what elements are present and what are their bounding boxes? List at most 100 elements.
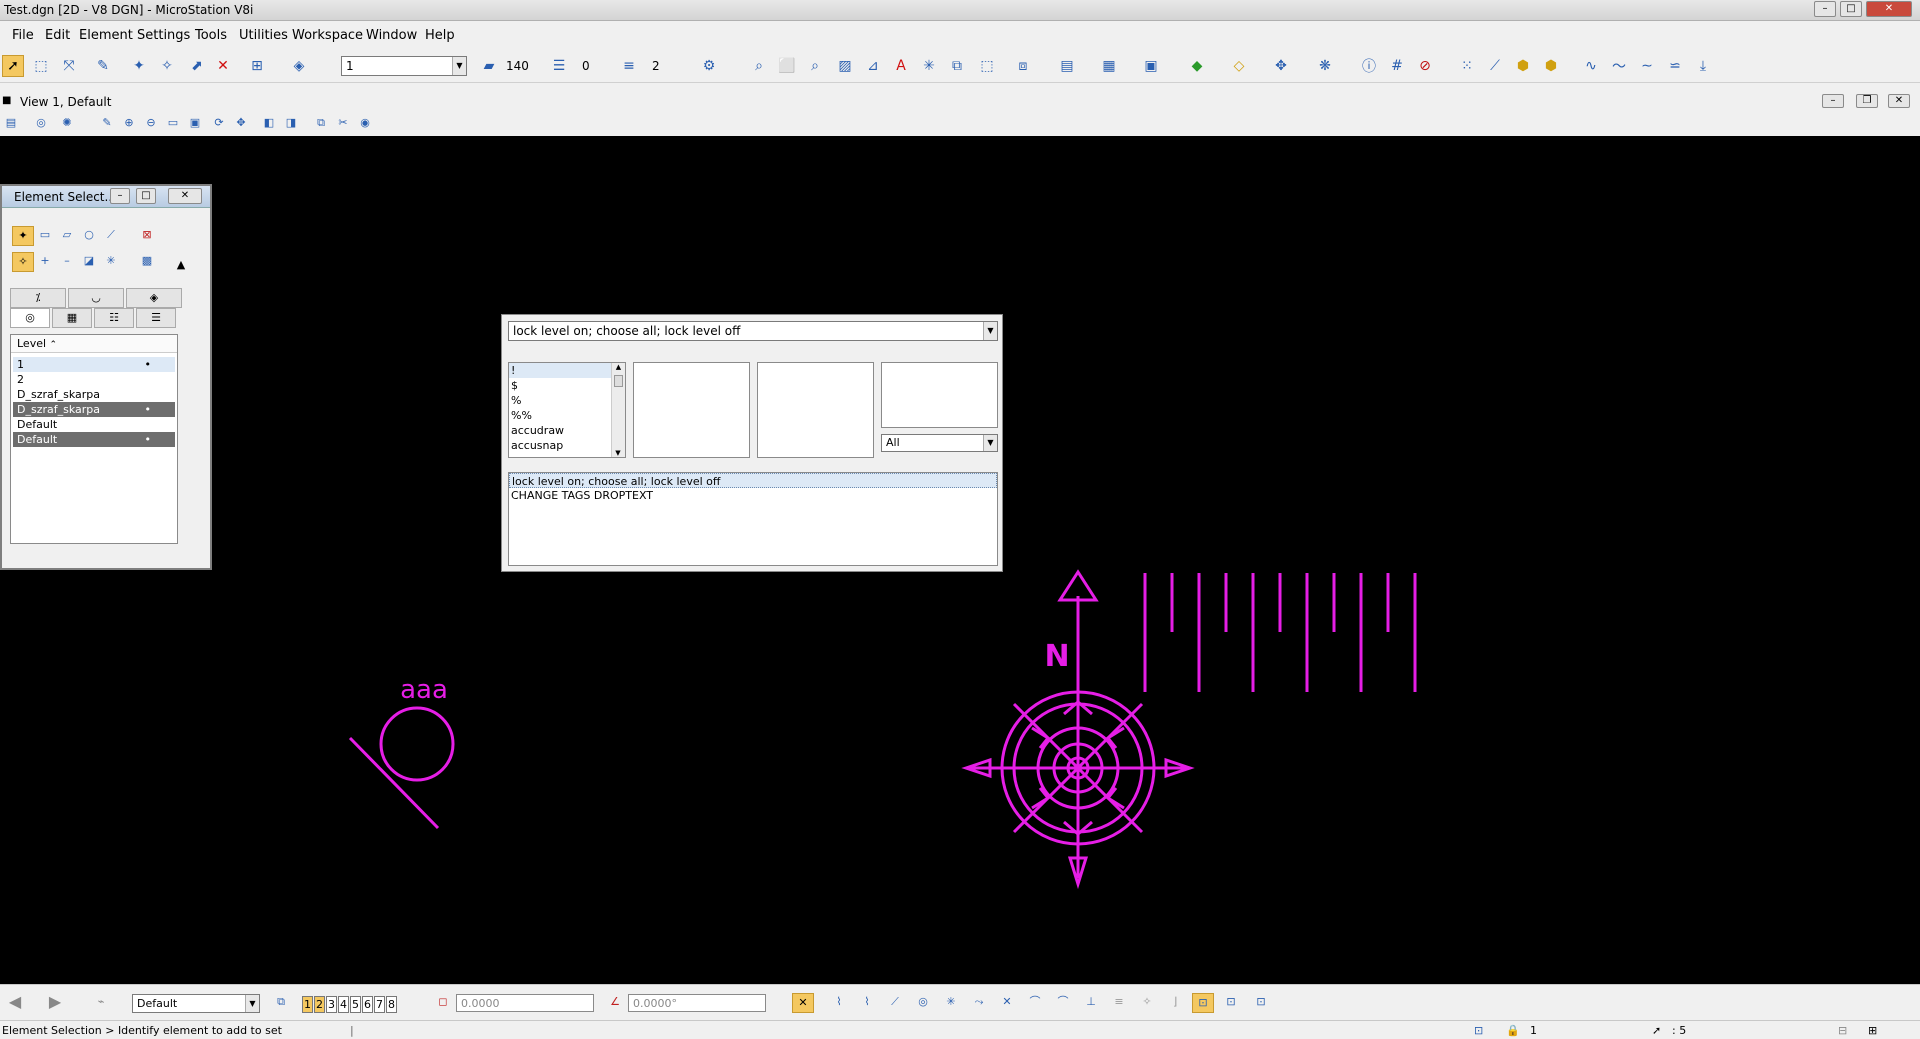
delete-icon[interactable]: ✕ — [212, 55, 234, 77]
snap-mode-icon[interactable]: ✕ — [792, 993, 814, 1013]
copy-icon[interactable]: ⧉ — [946, 55, 968, 77]
update-view-icon[interactable]: ✎ — [96, 114, 118, 134]
minimize-button[interactable]: – — [1814, 1, 1836, 17]
keyin-list-4[interactable] — [881, 362, 998, 428]
info-icon[interactable]: ⓘ — [1358, 55, 1380, 77]
spline-icon[interactable]: 〜 — [1608, 55, 1630, 77]
menu-window[interactable]: Window — [366, 28, 417, 43]
views-icon[interactable]: ⧉ — [270, 993, 292, 1013]
tab-levels[interactable]: ◎ — [10, 308, 50, 328]
block-select-icon[interactable]: ▭ — [34, 226, 56, 246]
line-weight-icon[interactable]: ≡ — [618, 55, 640, 77]
zoom-icon[interactable]: ⌕ — [748, 55, 770, 77]
tab-symbology[interactable]: ◡ — [68, 288, 124, 308]
list-item[interactable]: accusnap — [509, 438, 625, 453]
keyin-history-list[interactable]: lock level on; choose all; lock level of… — [508, 472, 998, 566]
snap-nearest-icon[interactable]: ⌇ — [856, 993, 878, 1013]
line-select-icon[interactable]: ⟋ — [100, 226, 122, 246]
active-level-combo[interactable]: 1 ▼ — [341, 56, 467, 76]
dialog-restore-button[interactable]: □ — [136, 188, 156, 204]
snap-tangent-point-icon[interactable]: ⌒ — [1052, 993, 1074, 1013]
collapse-icon[interactable]: ▲ — [170, 256, 192, 276]
circle-element[interactable] — [379, 706, 455, 782]
level-row[interactable]: 2 — [13, 372, 175, 387]
add-mode-icon[interactable]: + — [34, 252, 56, 272]
modify-icon[interactable]: ✧ — [156, 55, 178, 77]
north-arrow-symbol[interactable] — [961, 569, 1195, 890]
list-item[interactable]: CHANGE TAGS DROPTEXT — [509, 488, 997, 503]
dialog-minimize-button[interactable]: – — [110, 188, 130, 204]
rotate-view-icon[interactable]: ⟳ — [208, 114, 230, 134]
menu-element[interactable]: Element — [79, 28, 133, 43]
menu-workspace[interactable]: Workspace — [292, 28, 363, 43]
fence-stretch-icon[interactable]: ⬚ — [976, 55, 998, 77]
view-close-button[interactable]: ✕ — [1888, 94, 1910, 108]
curve-icon[interactable]: ∿ — [1580, 55, 1602, 77]
subtract-mode-icon[interactable]: – — [56, 252, 78, 272]
download-icon[interactable]: ⤓ — [1692, 55, 1714, 77]
zoom-out-icon[interactable]: ⊖ — [140, 114, 162, 134]
forward-icon[interactable]: ▶ — [44, 993, 66, 1013]
level-list[interactable]: Level ⌃ 1 • 2 D_szraf_skarpa D_szraf_skar… — [10, 334, 178, 544]
list-item[interactable]: ! — [509, 363, 625, 378]
color-value[interactable]: 140 — [506, 59, 529, 73]
snap-point-icon[interactable]: ✧ — [1136, 993, 1158, 1013]
layers-icon[interactable]: ◇ — [1228, 55, 1250, 77]
clip-volume-icon[interactable]: ✂ — [332, 114, 354, 134]
snap-settings-icon[interactable]: ⊡ — [1220, 993, 1242, 1013]
snap-through-icon[interactable]: ⌋ — [1164, 993, 1186, 1013]
view-2-button[interactable]: 2 — [314, 996, 325, 1013]
tentative-icon[interactable]: ✥ — [1270, 55, 1292, 77]
view-minimize-button[interactable]: – — [1822, 94, 1844, 108]
view-7-button[interactable]: 7 — [374, 996, 385, 1013]
pan-view-icon[interactable]: ✥ — [230, 114, 252, 134]
maximize-button[interactable]: □ — [1840, 1, 1862, 17]
view-8-button[interactable]: 8 — [386, 996, 397, 1013]
line-icon[interactable]: ⟋ — [1484, 55, 1506, 77]
move-icon[interactable]: ⤧ — [58, 55, 80, 77]
explode-icon[interactable]: ❋ — [1314, 55, 1336, 77]
new-mode-icon[interactable]: ✧ — [12, 252, 34, 272]
scroll-up-icon[interactable]: ▲ — [612, 363, 625, 371]
models-icon[interactable]: ▤ — [1056, 55, 1078, 77]
folder2-icon[interactable]: ⬢ — [1540, 55, 1562, 77]
save-status-icon[interactable]: ⊟ — [1838, 1024, 1847, 1037]
camera-icon[interactable]: ◉ — [354, 114, 376, 134]
fence-icon[interactable]: ⬚ — [30, 55, 52, 77]
display-style-icon[interactable]: ◎ — [30, 114, 52, 134]
level-row[interactable]: Default — [13, 417, 175, 432]
stream-icon[interactable]: ⋍ — [1664, 55, 1686, 77]
print-status-icon[interactable]: ⊞ — [1868, 1024, 1877, 1037]
dialog-close-button[interactable]: ✕ — [168, 188, 202, 204]
line-style-icon[interactable]: ☰ — [548, 55, 570, 77]
back-icon[interactable]: ◀ — [4, 993, 26, 1013]
select-pointer-icon[interactable]: ➚ — [2, 55, 24, 77]
tab-types[interactable]: ◈ — [126, 288, 182, 308]
view-attributes-icon[interactable]: ▤ — [0, 114, 22, 134]
view-1-button[interactable]: 1 — [302, 996, 313, 1013]
circle-label-text[interactable]: aaa — [400, 675, 448, 705]
angle-field[interactable]: 0.0000° — [628, 994, 766, 1012]
select-all-icon[interactable]: ✳ — [100, 252, 122, 272]
wave-icon[interactable]: ∼ — [1636, 55, 1658, 77]
snap-keypoint-icon[interactable]: ⌇ — [828, 993, 850, 1013]
menu-file[interactable]: File — [12, 28, 34, 43]
no-lock-icon[interactable]: ⊘ — [1414, 55, 1436, 77]
keyin-list-3[interactable] — [757, 362, 874, 458]
snap-tangent-icon[interactable]: ⌒ — [1024, 993, 1046, 1013]
snap-dialog-icon[interactable]: ⊡ — [1250, 993, 1272, 1013]
view-5-button[interactable]: 5 — [350, 996, 361, 1013]
diagonal-line-element[interactable] — [348, 736, 440, 830]
snap-icon[interactable]: ✳ — [918, 55, 940, 77]
fit-status-icon[interactable]: ⊡ — [1474, 1024, 1483, 1037]
chevron-down-icon[interactable]: ▼ — [983, 322, 997, 340]
level-row[interactable]: 1 • — [13, 357, 175, 372]
tasks-icon[interactable]: ◆ — [1186, 55, 1208, 77]
points-icon[interactable]: ⁙ — [1456, 55, 1478, 77]
snap-origin-icon[interactable]: ✳ — [940, 993, 962, 1013]
north-label-text[interactable]: N — [1044, 639, 1069, 674]
tab-weights[interactable]: ☰ — [136, 308, 176, 328]
circle-select-icon[interactable]: ○ — [78, 226, 100, 246]
menu-edit[interactable]: Edit — [45, 28, 70, 43]
attributes-icon[interactable]: ⚙ — [698, 55, 720, 77]
